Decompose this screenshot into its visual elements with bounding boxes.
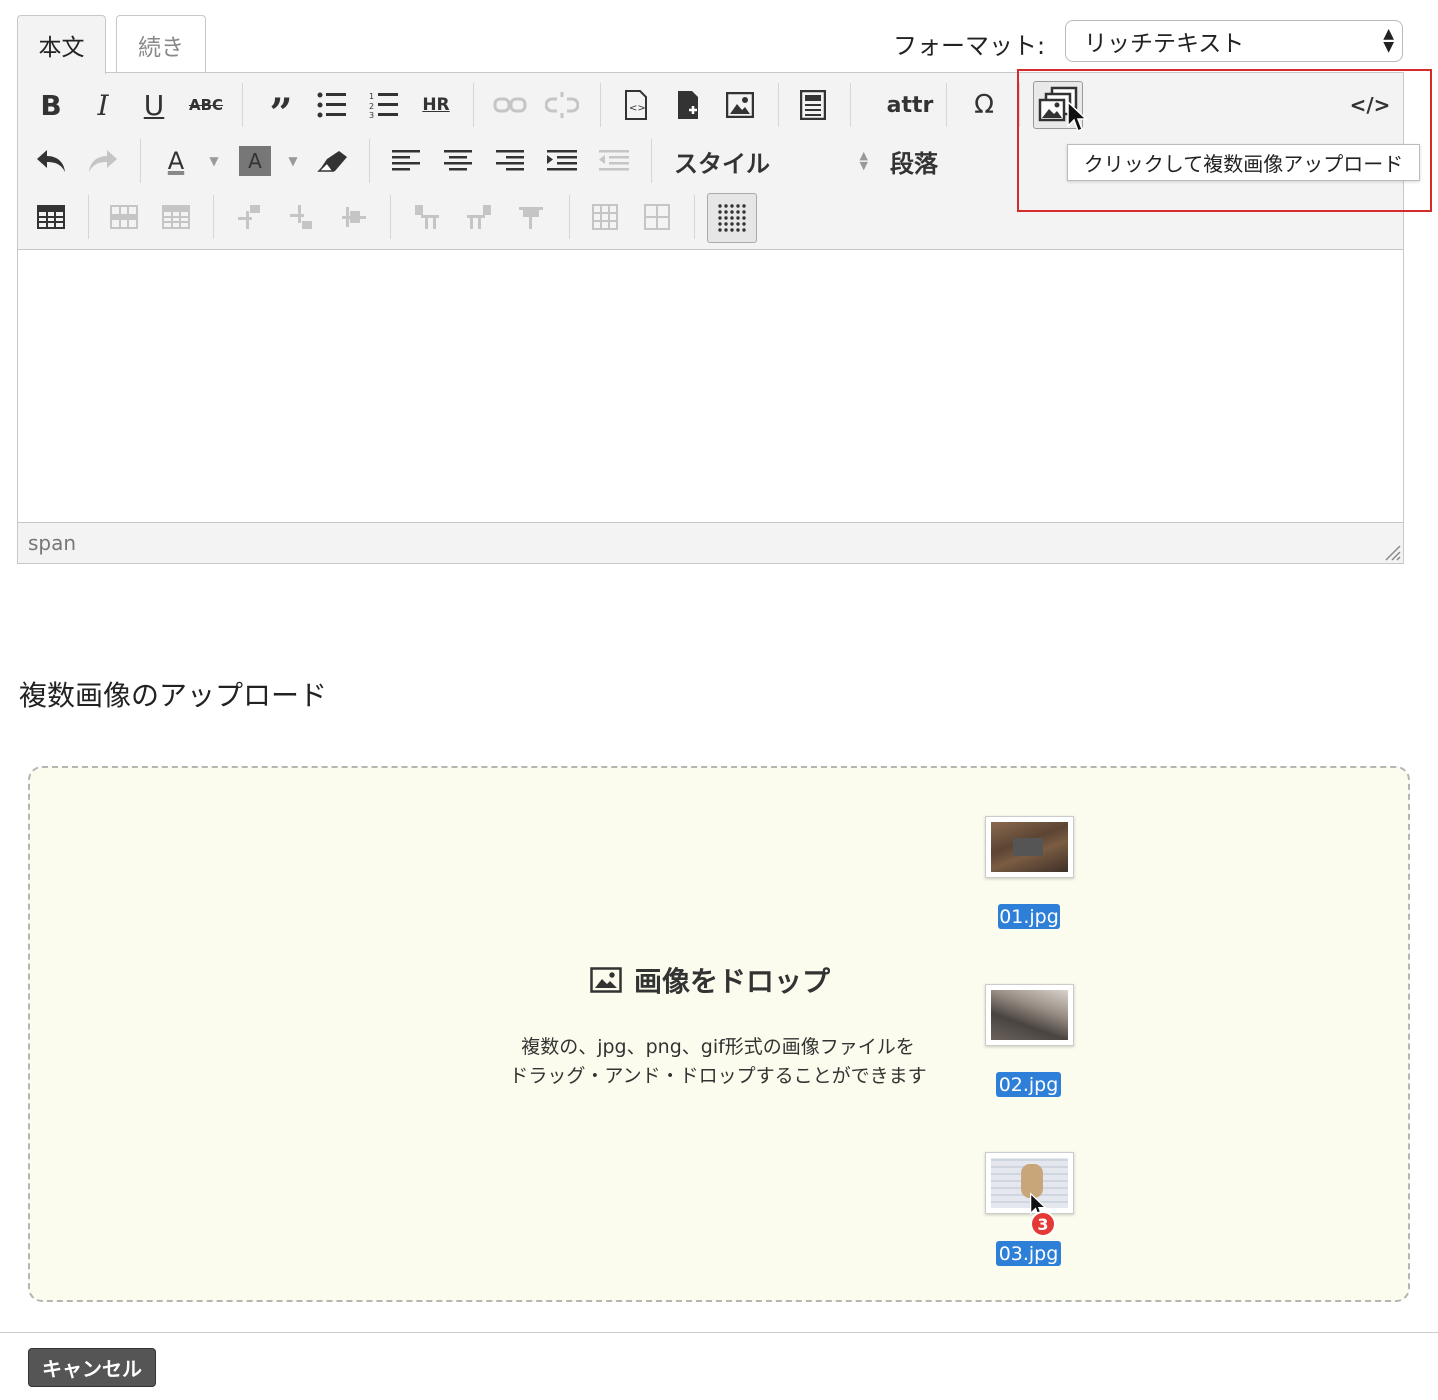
hr-icon[interactable]: HR bbox=[414, 83, 458, 127]
bg-color-dropdown-icon[interactable]: ▼ bbox=[280, 139, 306, 183]
svg-text:2: 2 bbox=[369, 102, 374, 111]
svg-text:<>: <> bbox=[629, 103, 646, 114]
outdent-icon[interactable] bbox=[592, 139, 636, 183]
toolbar-separator bbox=[778, 83, 779, 127]
bold-icon[interactable]: B bbox=[29, 83, 73, 127]
attr-button[interactable]: attr bbox=[884, 83, 936, 127]
table-row-delete-icon[interactable] bbox=[154, 195, 198, 239]
drop-heading: 画像をドロップ bbox=[590, 960, 830, 1000]
text-color-icon[interactable]: A bbox=[154, 139, 198, 183]
select-arrows-icon: ▲ ▼ bbox=[1383, 26, 1394, 55]
undo-icon[interactable] bbox=[29, 139, 73, 183]
underline-icon[interactable]: U bbox=[132, 83, 176, 127]
drag-count-badge: 3 bbox=[1030, 1211, 1056, 1237]
redo-icon[interactable] bbox=[81, 139, 125, 183]
svg-text:1: 1 bbox=[369, 92, 374, 101]
toolbar-separator bbox=[569, 195, 570, 239]
italic-icon[interactable]: I bbox=[81, 83, 125, 127]
toolbar-separator bbox=[140, 139, 141, 183]
style-dropdown[interactable]: スタイル ▲ ▼ bbox=[666, 139, 876, 183]
new-page-icon[interactable] bbox=[666, 83, 710, 127]
row-insert-before-icon[interactable] bbox=[228, 195, 272, 239]
row-delete-icon[interactable] bbox=[332, 195, 376, 239]
text-color-dropdown-icon[interactable]: ▼ bbox=[201, 139, 227, 183]
style-dropdown-label: スタイル bbox=[674, 149, 770, 178]
indent-icon[interactable] bbox=[540, 139, 584, 183]
format-select[interactable]: リッチテキスト ▲ ▼ bbox=[1065, 20, 1403, 62]
row-insert-after-icon[interactable] bbox=[280, 195, 324, 239]
svg-text:3: 3 bbox=[369, 111, 374, 118]
thumbnail-image bbox=[991, 990, 1068, 1040]
show-blocks-icon[interactable] bbox=[707, 193, 757, 243]
editor-status-path: span bbox=[28, 531, 77, 555]
numbered-list-icon[interactable]: 123 bbox=[362, 83, 406, 127]
omega-icon[interactable]: Ω bbox=[962, 83, 1006, 127]
cell-split-icon[interactable] bbox=[635, 195, 679, 239]
highlight-box bbox=[1017, 69, 1432, 212]
link-icon[interactable] bbox=[488, 83, 532, 127]
bg-color-icon[interactable]: A bbox=[233, 139, 277, 183]
align-right-icon[interactable] bbox=[488, 139, 532, 183]
table-icon[interactable] bbox=[29, 195, 73, 239]
style-dropdown-arrows-icon: ▲ ▼ bbox=[859, 149, 868, 172]
tab-body[interactable]: 本文 bbox=[17, 15, 106, 74]
toolbar-separator bbox=[850, 83, 851, 127]
unlink-icon[interactable] bbox=[540, 83, 584, 127]
image-icon[interactable] bbox=[718, 83, 762, 127]
divider bbox=[0, 1332, 1438, 1333]
file-name-badge: 02.jpg bbox=[996, 1072, 1061, 1097]
drop-title-text: 画像をドロップ bbox=[634, 965, 831, 998]
align-center-icon[interactable] bbox=[436, 139, 480, 183]
image-icon bbox=[590, 967, 622, 993]
toolbar-separator bbox=[213, 195, 214, 239]
template-icon[interactable] bbox=[791, 83, 835, 127]
thumbnail-image bbox=[991, 822, 1068, 872]
resize-handle-icon[interactable] bbox=[1383, 543, 1401, 561]
section-title: 複数画像のアップロード bbox=[19, 679, 328, 712]
format-label: フォーマット: bbox=[893, 32, 1046, 60]
format-select-value: リッチテキスト bbox=[1084, 31, 1245, 57]
paragraph-dropdown[interactable]: 段落 bbox=[884, 139, 944, 183]
tooltip: クリックして複数画像アップロード bbox=[1067, 144, 1420, 181]
image-thumbnail[interactable] bbox=[985, 816, 1074, 878]
file-name-badge: 03.jpg bbox=[996, 1241, 1061, 1266]
col-delete-icon[interactable] bbox=[509, 195, 553, 239]
blockquote-icon[interactable]: ” bbox=[259, 83, 303, 137]
drop-description-line2: ドラッグ・アンド・ドロップすることができます bbox=[509, 1065, 927, 1087]
insert-source-icon[interactable]: <> bbox=[614, 83, 658, 127]
bg-color-glyph: A bbox=[239, 146, 271, 176]
image-thumbnail[interactable] bbox=[985, 984, 1074, 1046]
table-row-insert-icon[interactable] bbox=[102, 195, 146, 239]
col-insert-before-icon[interactable] bbox=[405, 195, 449, 239]
toolbar-separator bbox=[390, 195, 391, 239]
toolbar-separator bbox=[242, 83, 243, 127]
cancel-button[interactable]: キャンセル bbox=[28, 1348, 156, 1387]
toolbar-separator bbox=[600, 83, 601, 127]
strikethrough-icon[interactable]: ABC bbox=[184, 83, 228, 127]
mouse-cursor-icon bbox=[1066, 100, 1088, 138]
file-name-badge: 01.jpg bbox=[998, 904, 1060, 929]
toolbar-separator bbox=[369, 139, 370, 183]
toolbar-separator bbox=[651, 139, 652, 183]
toolbar-separator bbox=[88, 195, 89, 239]
laptop-shape bbox=[1013, 838, 1043, 856]
align-left-icon[interactable] bbox=[384, 139, 428, 183]
col-insert-after-icon[interactable] bbox=[457, 195, 501, 239]
toolbar-separator bbox=[946, 83, 947, 127]
toolbar-separator bbox=[694, 195, 695, 239]
tab-more[interactable]: 続き bbox=[116, 15, 206, 73]
bullet-list-icon[interactable] bbox=[310, 83, 354, 127]
toolbar-separator bbox=[473, 83, 474, 127]
eraser-icon[interactable] bbox=[311, 139, 355, 183]
cell-merge-icon[interactable] bbox=[583, 195, 627, 239]
drop-description-line1: 複数の、jpg、png、gif形式の画像ファイルを bbox=[521, 1036, 915, 1058]
editor-content-area[interactable] bbox=[18, 250, 1403, 523]
